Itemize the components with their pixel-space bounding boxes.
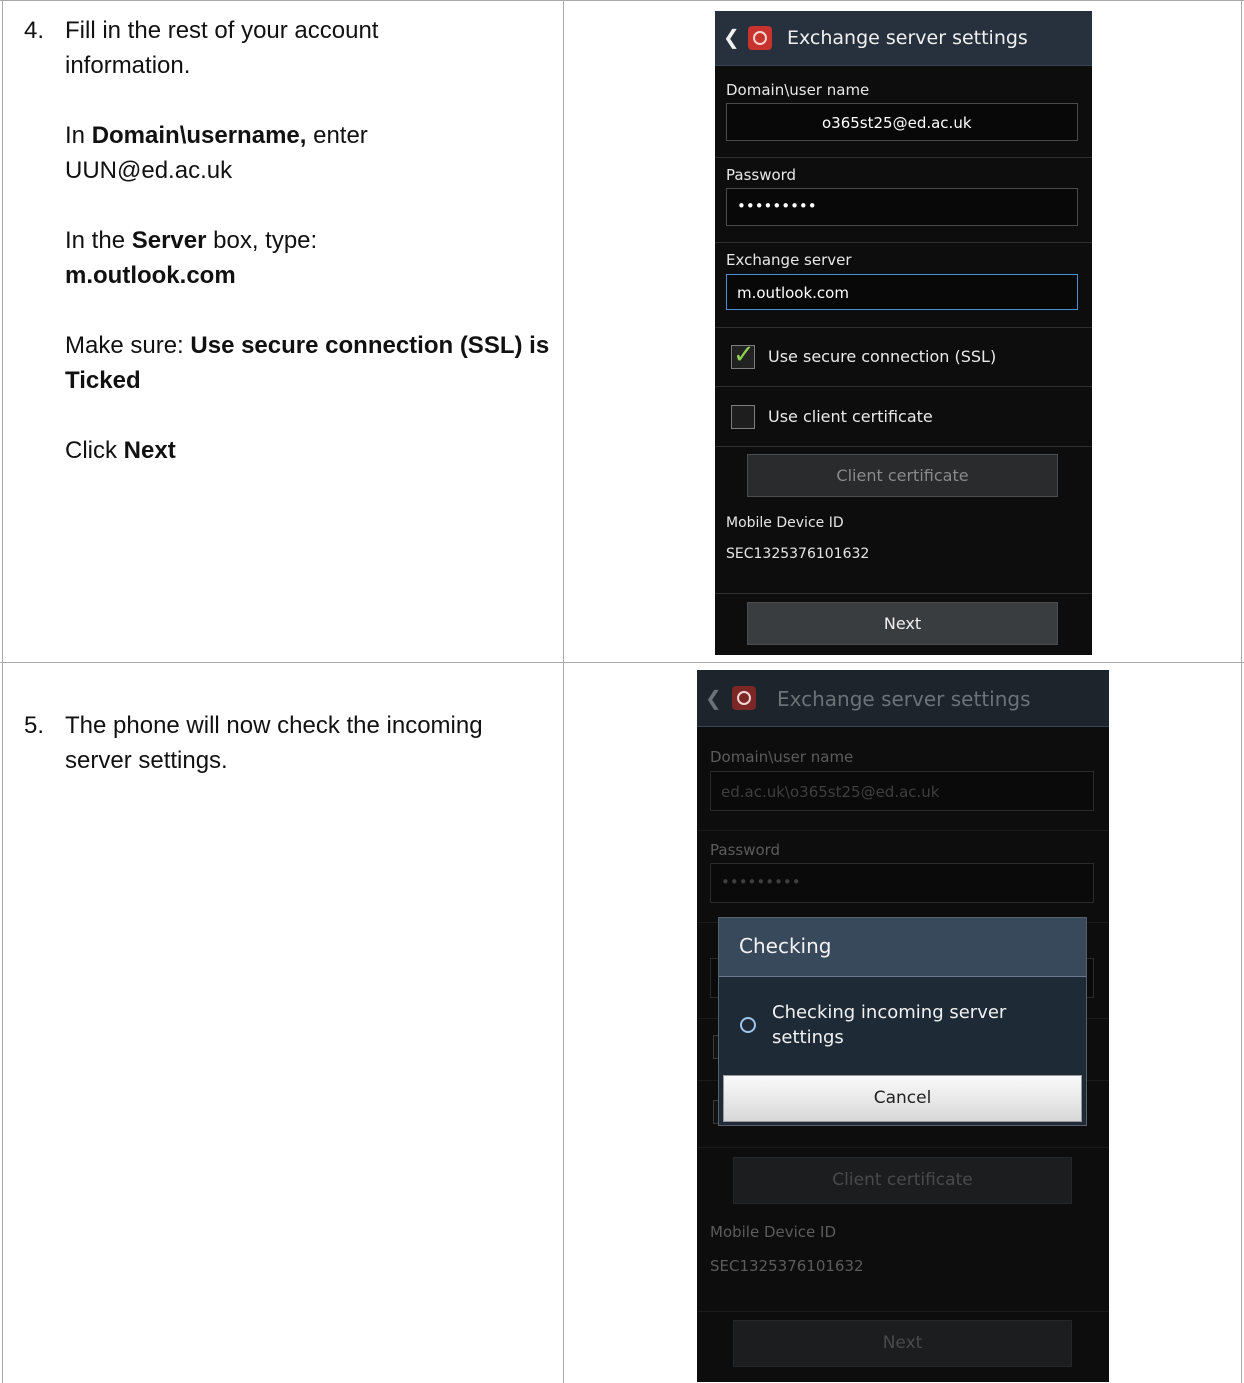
next-button[interactable]: Next (747, 602, 1058, 645)
chevron-left-icon[interactable]: ❮ (723, 25, 740, 49)
device-id-label: Mobile Device ID (726, 515, 844, 531)
screen-title: Exchange server settings (787, 27, 1028, 49)
ssl-instruction: Make sure: Use secure connection (SSL) i… (65, 328, 555, 398)
domain-value: o365st25@ed.ac.uk (822, 114, 972, 132)
phone-screen-checking: ❮ Exchange server settings Domain\user n… (697, 670, 1109, 1382)
app-bar: ❮ Exchange server settings (697, 670, 1109, 727)
client-certificate-button[interactable]: Client certificate (747, 454, 1058, 497)
exchange-server-field[interactable]: m.outlook.com (726, 274, 1078, 310)
table-border-right (1241, 0, 1242, 1383)
step-number: 5. (24, 712, 45, 739)
device-id-label: Mobile Device ID (710, 1223, 837, 1241)
password-label: Password (726, 166, 797, 184)
exchange-server-label: Exchange server (726, 251, 852, 269)
step-5-text: The phone will now check the incoming se… (65, 712, 483, 774)
device-id-value: SEC1325376101632 (726, 546, 870, 562)
divider (697, 830, 1109, 831)
checkmark-icon: ✓ (733, 340, 755, 370)
domain-field[interactable]: o365st25@ed.ac.uk (726, 103, 1078, 141)
table-column-divider (563, 0, 564, 1383)
client-certificate-checkbox[interactable] (731, 405, 755, 429)
domain-label: Domain\user name (710, 748, 854, 766)
email-app-icon (748, 26, 772, 50)
password-field[interactable]: ••••••••• (710, 863, 1094, 903)
divider (715, 386, 1092, 387)
password-label: Password (710, 841, 781, 859)
next-bold: Next (123, 437, 176, 464)
step-4-instructions: 4. Fill in the rest of your account info… (24, 13, 554, 468)
server-suffix: box, type: (206, 227, 318, 254)
domain-prefix: In (65, 122, 92, 149)
server-instruction: In the Server box, type: m.outlook.com (65, 223, 554, 293)
dialog-header: Checking (719, 918, 1086, 977)
domain-value: ed.ac.uk\o365st25@ed.ac.uk (721, 783, 940, 801)
password-value: ••••••••• (721, 873, 801, 891)
ssl-checkbox[interactable]: ✓ (731, 340, 755, 370)
domain-bold: Domain\username, (91, 122, 307, 149)
domain-instruction: In Domain\username, enter UUN@ed.ac.uk (65, 118, 445, 188)
dialog-title: Checking (739, 934, 832, 958)
ssl-prefix: Make sure: (65, 332, 191, 359)
password-value: ••••••••• (737, 197, 817, 215)
divider (697, 1147, 1109, 1148)
domain-label: Domain\user name (726, 81, 870, 99)
client-certificate-label: Use client certificate (768, 407, 933, 426)
divider (715, 593, 1092, 594)
step-5-instructions: 5. The phone will now check the incoming… (24, 708, 554, 778)
chevron-left-icon[interactable]: ❮ (705, 686, 722, 710)
exchange-server-value: m.outlook.com (737, 284, 849, 302)
screen-title: Exchange server settings (777, 687, 1031, 711)
cancel-button[interactable]: Cancel (723, 1075, 1082, 1122)
server-bold: Server (131, 227, 207, 254)
divider (715, 446, 1092, 447)
ssl-label: Use secure connection (SSL) (768, 347, 997, 366)
next-button[interactable]: Next (733, 1320, 1072, 1367)
server-value: m.outlook.com (65, 262, 236, 289)
loading-spinner-icon (740, 1017, 756, 1033)
divider (715, 242, 1092, 243)
table-border-top (0, 0, 1244, 1)
password-field[interactable]: ••••••••• (726, 188, 1078, 226)
phone-screen-exchange-settings: ❮ Exchange server settings Domain\user n… (715, 11, 1092, 655)
table-row-divider (0, 662, 1244, 663)
step-intro: Fill in the rest of your account informa… (65, 17, 379, 79)
email-app-icon (732, 686, 756, 710)
checking-dialog: Checking Checking incoming server settin… (718, 917, 1087, 1126)
app-bar: ❮ Exchange server settings (715, 11, 1092, 66)
divider (715, 157, 1092, 158)
next-prefix: Click (65, 437, 124, 464)
domain-field[interactable]: ed.ac.uk\o365st25@ed.ac.uk (710, 771, 1094, 811)
device-id-value: SEC1325376101632 (710, 1257, 864, 1275)
next-instruction: Click Next (65, 433, 554, 468)
dialog-message: Checking incoming server settings (772, 1002, 1007, 1048)
divider (715, 327, 1092, 328)
table-border-left (2, 0, 3, 1383)
client-certificate-button[interactable]: Client certificate (733, 1157, 1072, 1204)
step-number: 4. (24, 17, 45, 44)
divider (697, 1311, 1109, 1312)
server-prefix: In the (65, 227, 132, 254)
